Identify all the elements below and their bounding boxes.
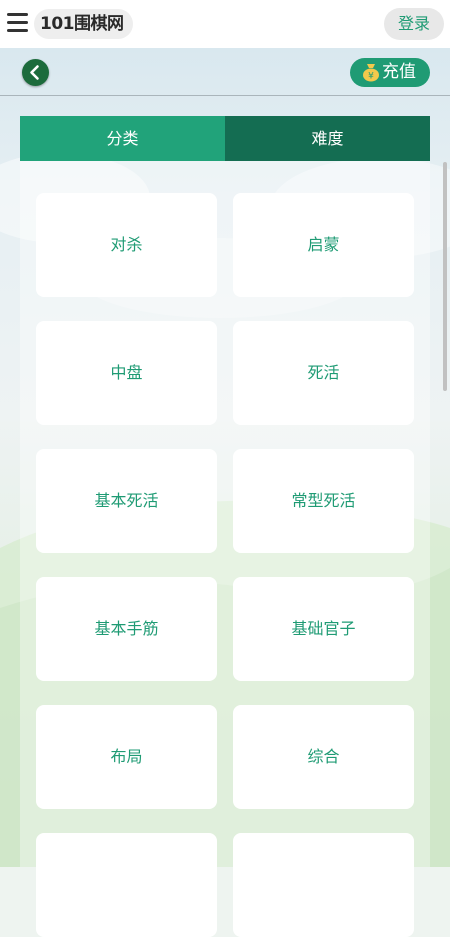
site-logo[interactable]: 101围棋网 xyxy=(34,9,133,39)
money-bag-icon: ¥ xyxy=(363,64,379,82)
category-card-changxing-sihuo[interactable]: 常型死活 xyxy=(233,449,414,553)
category-card-zonghe[interactable]: 综合 xyxy=(233,705,414,809)
sub-header: ¥ 充值 xyxy=(0,48,450,96)
category-card-partial-right[interactable] xyxy=(233,833,414,937)
tab-bar: 分类 难度 xyxy=(20,116,430,161)
svg-text:¥: ¥ xyxy=(368,72,374,82)
category-card-zhongpan[interactable]: 中盘 xyxy=(36,321,217,425)
top-nav-bar: 101围棋网 登录 xyxy=(0,0,450,48)
tab-difficulty[interactable]: 难度 xyxy=(225,116,430,161)
category-card-buju[interactable]: 布局 xyxy=(36,705,217,809)
scrollbar[interactable] xyxy=(443,162,447,391)
category-card-jiben-sihuo[interactable]: 基本死活 xyxy=(36,449,217,553)
recharge-button[interactable]: ¥ 充值 xyxy=(350,58,430,87)
chevron-left-icon xyxy=(30,65,39,80)
hamburger-menu-icon[interactable] xyxy=(7,13,28,33)
tab-category[interactable]: 分类 xyxy=(20,116,225,161)
category-card-qimeng[interactable]: 启蒙 xyxy=(233,193,414,297)
login-button[interactable]: 登录 xyxy=(384,8,444,40)
category-card-partial-left[interactable] xyxy=(36,833,217,937)
back-button[interactable] xyxy=(22,59,49,86)
category-card-jiben-shoujin[interactable]: 基本手筋 xyxy=(36,577,217,681)
category-card-jichu-guanzi[interactable]: 基础官子 xyxy=(233,577,414,681)
recharge-label: 充值 xyxy=(382,62,416,82)
category-card-duisha[interactable]: 对杀 xyxy=(36,193,217,297)
category-card-sihuo[interactable]: 死活 xyxy=(233,321,414,425)
